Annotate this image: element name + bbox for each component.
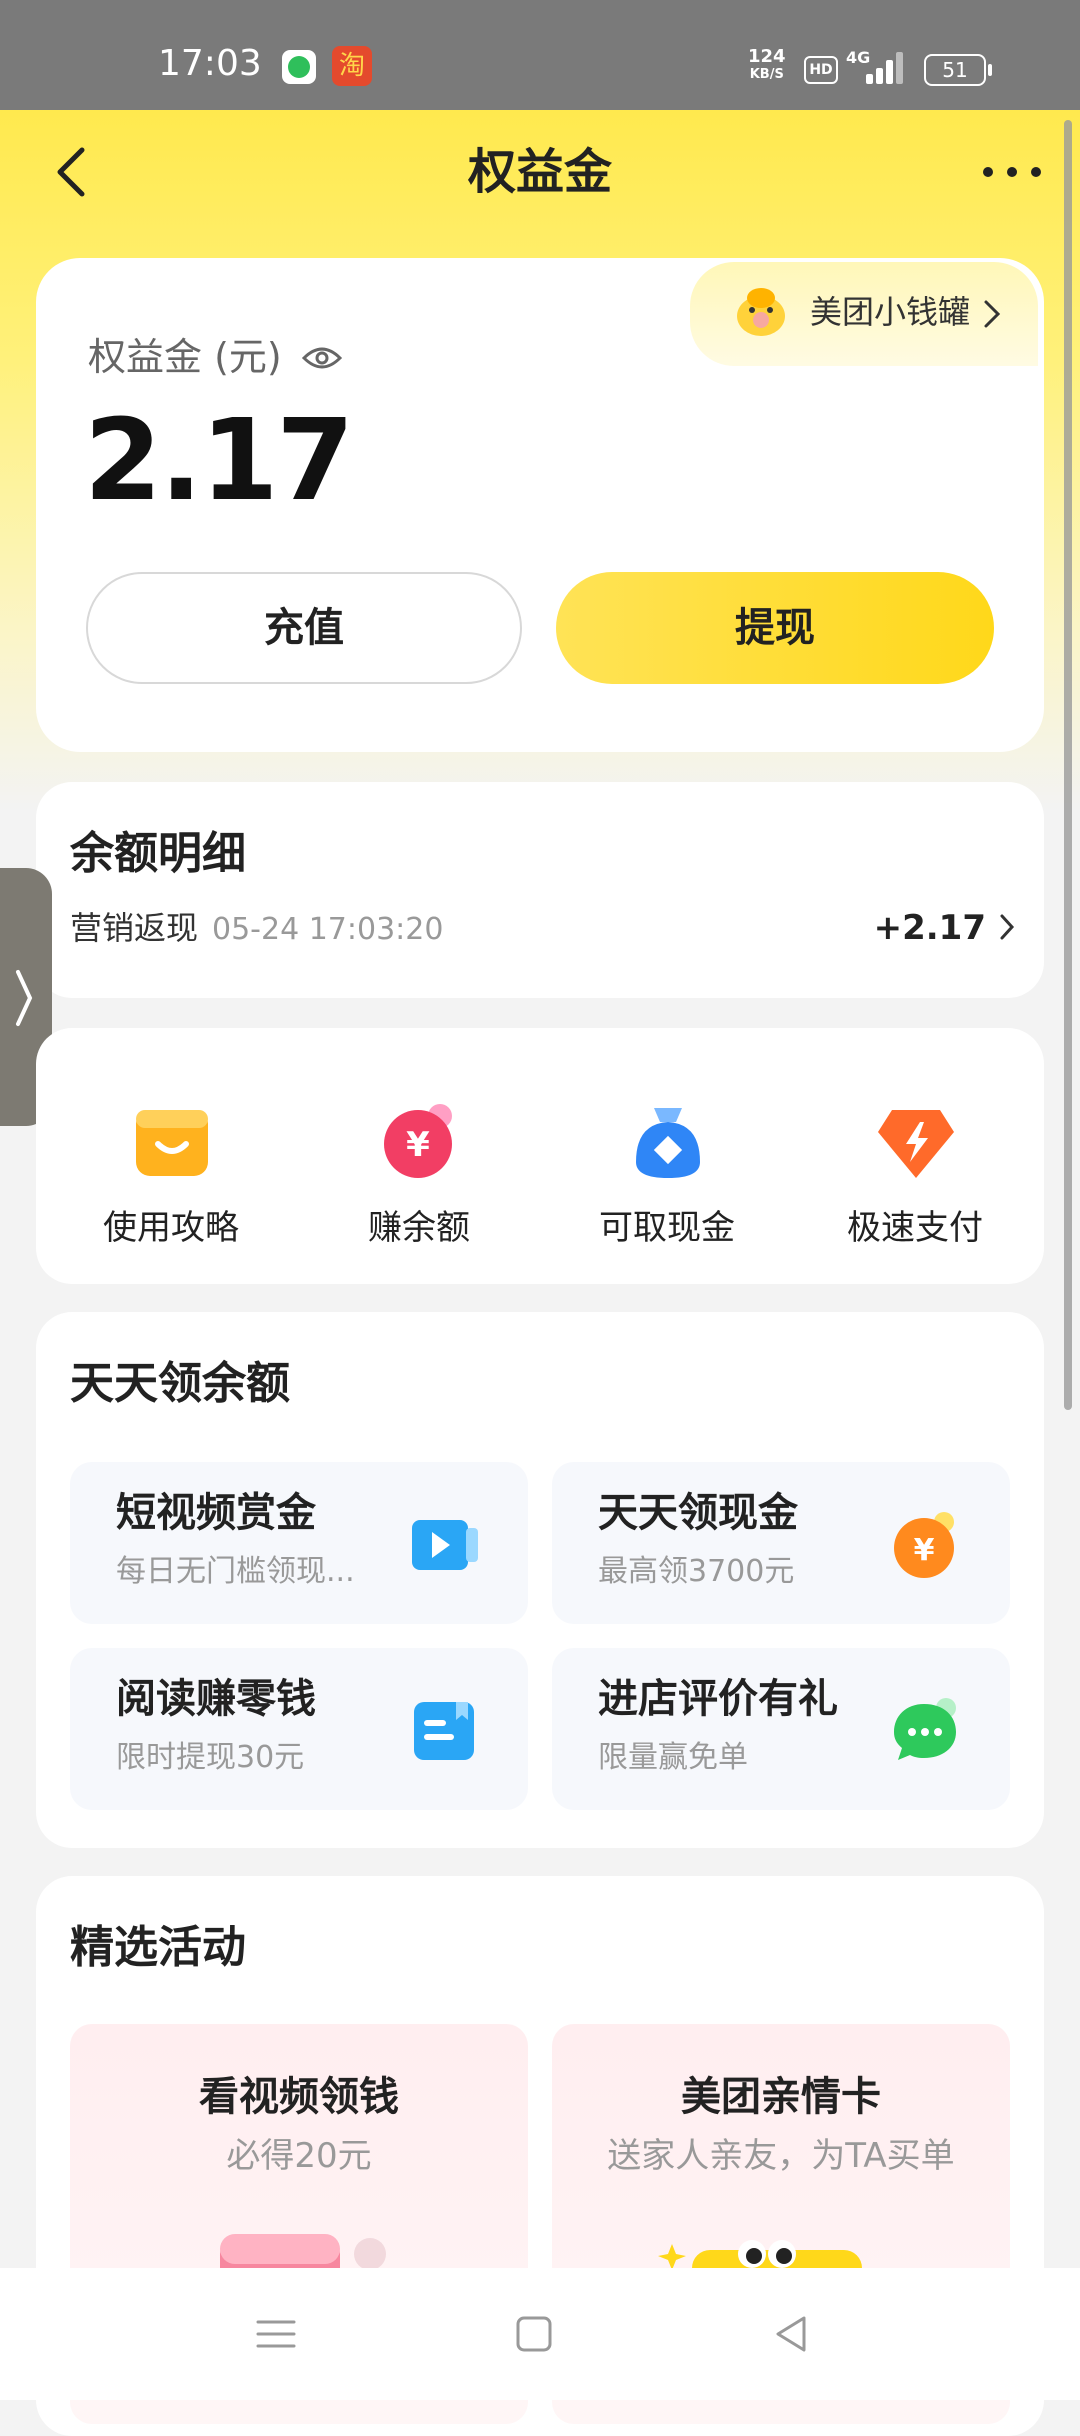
- recharge-button[interactable]: 充值: [86, 572, 522, 684]
- nav-bar: 权益金: [0, 110, 1080, 234]
- wallet-smile-icon: [136, 1110, 208, 1176]
- balance-detail-title: 余额明细: [70, 828, 246, 879]
- battery-icon: 51: [924, 54, 992, 86]
- menu-icon[interactable]: [248, 2306, 304, 2362]
- quick-action-fastpay[interactable]: 极速支付: [800, 1028, 1030, 1284]
- piggy-bank-label: 美团小钱罐: [810, 293, 971, 331]
- more-options-icon[interactable]: [976, 144, 1048, 200]
- page-scrollbar[interactable]: [1064, 120, 1072, 1410]
- activity-title: 美团亲情卡: [681, 2074, 881, 2120]
- quick-action-label: 可取现金: [599, 1208, 735, 1248]
- daily-balance-card: 天天领余额 短视频赏金 每日无门槛领现... 天天领现金 最高领3700元 ¥ …: [36, 1312, 1044, 1848]
- svg-text:¥: ¥: [914, 1533, 935, 1568]
- status-bar: 17:03 淘 124 KB/S HD 4G 51: [0, 0, 1080, 110]
- piggy-bank-entry[interactable]: 美团小钱罐: [690, 262, 1038, 366]
- page-title: 权益金: [467, 144, 612, 200]
- task-subtitle: 最高领3700元: [598, 1554, 795, 1589]
- quick-action-label: 极速支付: [847, 1208, 983, 1248]
- balance-amount: 2.17: [84, 396, 354, 526]
- system-nav-bar: [0, 2268, 1080, 2400]
- transaction-amount: +2.17: [873, 908, 986, 948]
- net-speed-unit: KB/S: [749, 67, 784, 82]
- quick-action-guide[interactable]: 使用攻略: [56, 1028, 286, 1284]
- daily-balance-title: 天天领余额: [70, 1358, 290, 1409]
- signal-icon: [866, 52, 906, 84]
- task-store-review[interactable]: 进店评价有礼 限量赢免单: [552, 1648, 1010, 1810]
- balance-detail-card[interactable]: 余额明细 营销返现 05-24 17:03:20 +2.17: [36, 782, 1044, 998]
- eye-icon[interactable]: [302, 344, 342, 372]
- quick-action-cash[interactable]: 可取现金: [552, 1028, 782, 1284]
- chevron-right-icon: [984, 300, 1001, 328]
- task-daily-cash[interactable]: 天天领现金 最高领3700元 ¥: [552, 1462, 1010, 1624]
- svg-text:¥: ¥: [406, 1125, 430, 1165]
- task-title: 天天领现金: [598, 1490, 798, 1536]
- transaction-type: 营销返现: [70, 909, 199, 947]
- activity-title: 看视频领钱: [199, 2074, 399, 2120]
- book-icon: [414, 1702, 474, 1760]
- status-time: 17:03: [158, 43, 262, 84]
- quick-action-earn[interactable]: ¥ 赚余额: [304, 1028, 534, 1284]
- task-subtitle: 限时提现30元: [116, 1740, 305, 1775]
- task-video-reward[interactable]: 短视频赏金 每日无门槛领现...: [70, 1462, 528, 1624]
- yuan-coin-icon: ¥: [384, 1104, 452, 1178]
- task-title: 短视频赏金: [116, 1490, 316, 1536]
- withdraw-button[interactable]: 提现: [556, 572, 994, 684]
- task-title: 进店评价有礼: [598, 1676, 838, 1722]
- chat-bubble-icon: [894, 1698, 956, 1760]
- task-title: 阅读赚零钱: [116, 1676, 316, 1722]
- money-bag-icon: [636, 1108, 700, 1178]
- task-subtitle: 每日无门槛领现...: [116, 1554, 355, 1589]
- net-speed: 124 KB/S: [748, 48, 786, 84]
- task-reading[interactable]: 阅读赚零钱 限时提现30元: [70, 1648, 528, 1810]
- lightning-gem-icon: [878, 1110, 954, 1178]
- chevron-right-icon: [16, 970, 33, 1026]
- chevron-right-icon: [1000, 914, 1015, 940]
- balance-label: 权益金 (元): [88, 335, 282, 379]
- chat-app-icon: [282, 50, 316, 84]
- piggy-bank-icon: [737, 288, 785, 336]
- task-subtitle: 限量赢免单: [598, 1740, 748, 1775]
- activity-subtitle: 送家人亲友，为TA买单: [607, 2136, 955, 2176]
- home-square-icon[interactable]: [506, 2306, 562, 2362]
- transaction-time: 05-24 17:03:20: [212, 912, 444, 947]
- shopping-app-icon: 淘: [332, 46, 372, 86]
- net-speed-value: 124: [748, 46, 786, 67]
- video-play-icon: [412, 1520, 478, 1570]
- yuan-coin-icon: ¥: [894, 1512, 954, 1578]
- quick-actions-card: 使用攻略 ¥ 赚余额 可取现金 极速支付: [36, 1028, 1044, 1284]
- quick-action-label: 赚余额: [368, 1208, 470, 1248]
- quick-action-label: 使用攻略: [103, 1208, 239, 1248]
- featured-activities-title: 精选活动: [70, 1922, 246, 1973]
- back-triangle-icon[interactable]: [764, 2306, 820, 2362]
- activity-subtitle: 必得20元: [226, 2136, 372, 2176]
- hd-badge: HD: [804, 56, 838, 84]
